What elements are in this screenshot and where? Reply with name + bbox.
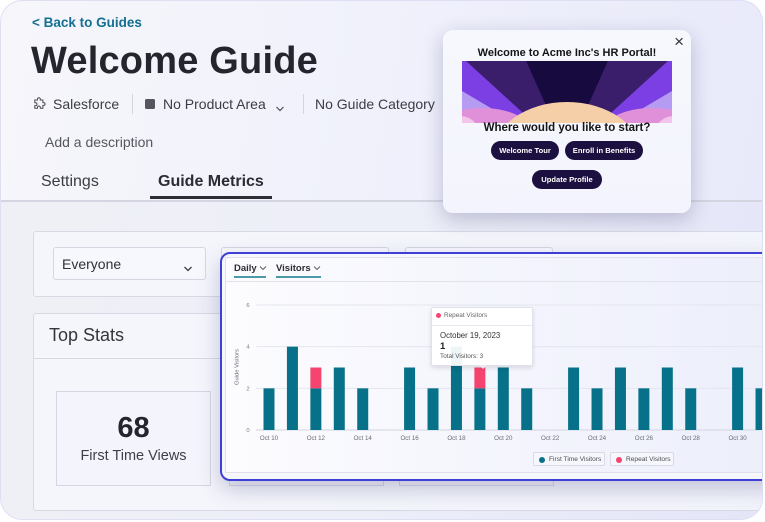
meta-separator bbox=[303, 94, 304, 114]
metric-dropdown[interactable]: Visitors bbox=[276, 263, 321, 274]
update-profile-button[interactable]: Update Profile bbox=[532, 170, 602, 189]
legend-item-first-time-visitors[interactable]: First Time Visitors bbox=[533, 452, 605, 466]
metric-underline bbox=[276, 276, 321, 278]
app-frame: < Back to Guides Welcome Guide Salesforc… bbox=[0, 0, 763, 520]
popup-title: Welcome to Acme Inc's HR Portal! bbox=[477, 47, 657, 59]
puzzle-icon bbox=[32, 97, 47, 112]
legend-dot bbox=[616, 456, 622, 463]
welcome-popup: × Welcome to Acme Inc's HR Portal! Where… bbox=[443, 30, 691, 213]
description-input[interactable]: Add a description bbox=[45, 134, 153, 150]
back-to-guides-link[interactable]: < Back to Guides bbox=[32, 15, 142, 30]
interval-value: Daily bbox=[234, 263, 257, 274]
tab-settings[interactable]: Settings bbox=[41, 173, 99, 191]
tooltip-total: Total Visitors: 3 bbox=[440, 353, 484, 360]
tooltip-series-dot bbox=[436, 313, 441, 318]
top-stats-heading: Top Stats bbox=[49, 325, 125, 345]
legend-label: Repeat Visitors bbox=[626, 456, 671, 463]
legend-item-repeat-visitors[interactable]: Repeat Visitors bbox=[610, 452, 674, 466]
interval-underline bbox=[234, 276, 266, 278]
product-area-dropdown[interactable]: No Product Area bbox=[163, 95, 266, 113]
sunrise-banner-image bbox=[462, 61, 672, 123]
popup-subtitle: Where would you like to start? bbox=[483, 122, 651, 134]
active-tab-indicator bbox=[150, 196, 272, 199]
chevron-down-icon bbox=[183, 260, 193, 278]
welcome-tour-button[interactable]: Welcome Tour bbox=[491, 141, 559, 160]
audience-select[interactable]: Everyone bbox=[53, 247, 206, 280]
tooltip-date: October 19, 2023 bbox=[440, 331, 501, 340]
audience-select-value: Everyone bbox=[62, 256, 122, 272]
tooltip-divider bbox=[432, 325, 532, 326]
legend-dot bbox=[539, 456, 545, 463]
stat-box-first-time-views: 68 First Time Views bbox=[56, 391, 211, 486]
tooltip-pointer bbox=[479, 365, 487, 369]
tooltip-series: Repeat Visitors bbox=[444, 312, 488, 319]
enroll-in-benefits-button[interactable]: Enroll in Benefits bbox=[565, 141, 643, 160]
metric-value: Visitors bbox=[276, 263, 311, 274]
chevron-down-icon bbox=[260, 266, 267, 271]
integration-label: Salesforce bbox=[53, 96, 120, 112]
stat-label: First Time Views bbox=[80, 448, 187, 464]
chart-tooltip: Repeat Visitors October 19, 2023 1 Total… bbox=[431, 307, 533, 369]
tab-guide-metrics[interactable]: Guide Metrics bbox=[158, 173, 264, 191]
chevron-down-icon[interactable] bbox=[275, 100, 285, 118]
stat-value: 68 bbox=[117, 412, 150, 444]
tooltip-value: 1 bbox=[440, 341, 446, 352]
chart-header-divider bbox=[226, 281, 762, 282]
meta-separator bbox=[132, 94, 133, 114]
chevron-down-icon bbox=[314, 266, 321, 271]
legend-label: First Time Visitors bbox=[549, 456, 602, 463]
guide-category-dropdown[interactable]: No Guide Category bbox=[315, 95, 435, 113]
square-icon bbox=[145, 99, 155, 109]
page-title: Welcome Guide bbox=[31, 40, 318, 82]
interval-dropdown[interactable]: Daily bbox=[234, 263, 267, 274]
